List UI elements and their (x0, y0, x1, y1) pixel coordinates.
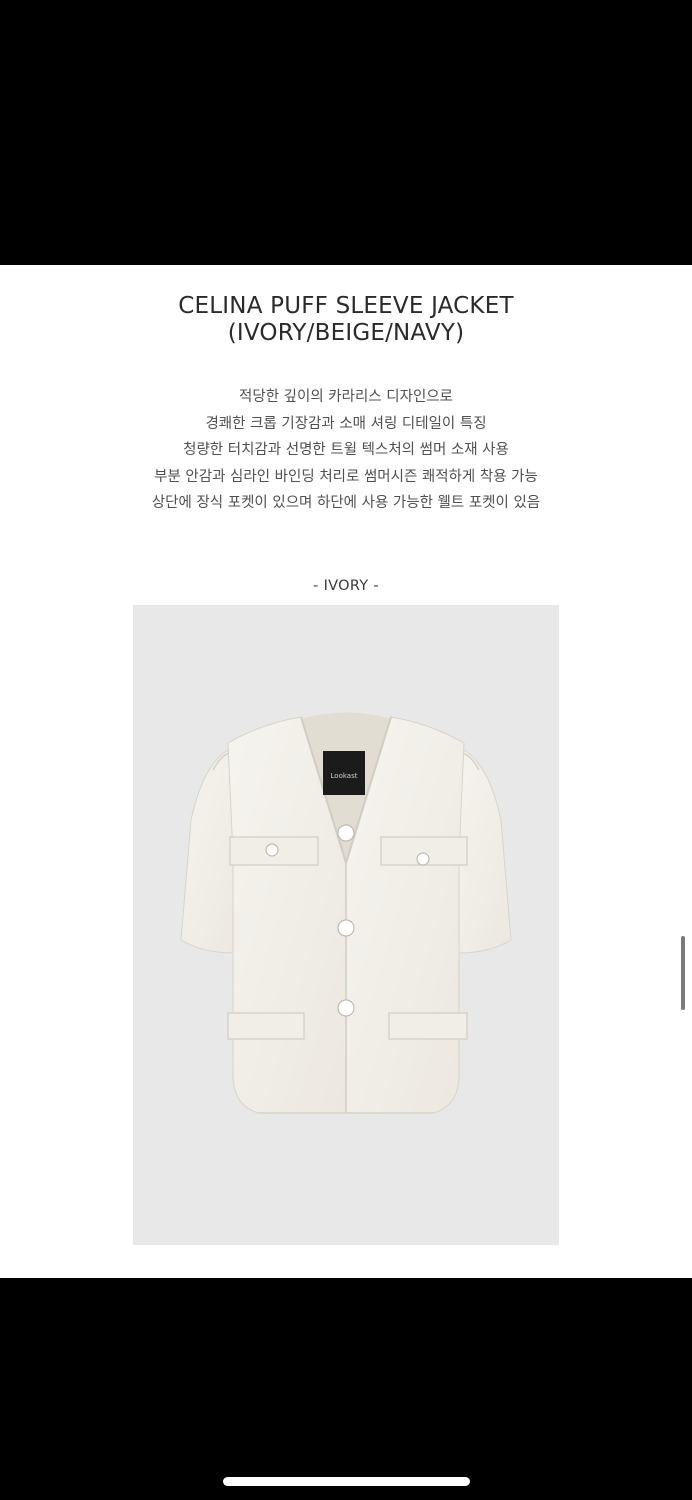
product-description: 적당한 깊이의 카라리스 디자인으로 경쾌한 크롭 기장감과 소매 셔링 디테일… (0, 384, 692, 517)
description-line: 경쾌한 크롭 기장감과 소매 셔링 디테일이 특징 (205, 415, 487, 432)
jacket-button (337, 824, 355, 842)
top-black-bar (0, 0, 692, 265)
product-title-line2: (IVORY/BEIGE/NAVY) (227, 320, 465, 346)
description-line: 적당한 깊이의 카라리스 디자인으로 (239, 389, 453, 405)
home-indicator[interactable] (223, 1477, 470, 1486)
bottom-black-bar (0, 1278, 692, 1500)
jacket-button (337, 919, 355, 937)
description-line: 부분 안감과 심라인 바인딩 처리로 썸머시즌 쾌적하게 착용 가능 (154, 468, 538, 485)
product-title: CELINA PUFF SLEEVE JACKET (IVORY/BEIGE/N… (0, 293, 692, 347)
jacket-button (416, 852, 430, 866)
scrollbar-thumb[interactable] (681, 936, 685, 1010)
description-line: 상단에 장식 포켓이 있으며 하단에 사용 가능한 웰트 포켓이 있음 (151, 495, 541, 511)
jacket-button (337, 999, 355, 1017)
color-section-label: - IVORY - (313, 578, 379, 594)
product-title-line1: CELINA PUFF SLEEVE JACKET (178, 293, 514, 319)
brand-label-text: Lookast (331, 772, 358, 780)
description-line: 청량한 터치감과 선명한 트윌 텍스처의 썸머 소재 사용 (183, 442, 509, 458)
product-detail-content[interactable]: CELINA PUFF SLEEVE JACKET (IVORY/BEIGE/N… (0, 265, 692, 1278)
jacket-illustration: Lookast (180, 712, 512, 1114)
jacket-button (265, 843, 279, 857)
product-photo: Lookast (133, 605, 559, 1245)
